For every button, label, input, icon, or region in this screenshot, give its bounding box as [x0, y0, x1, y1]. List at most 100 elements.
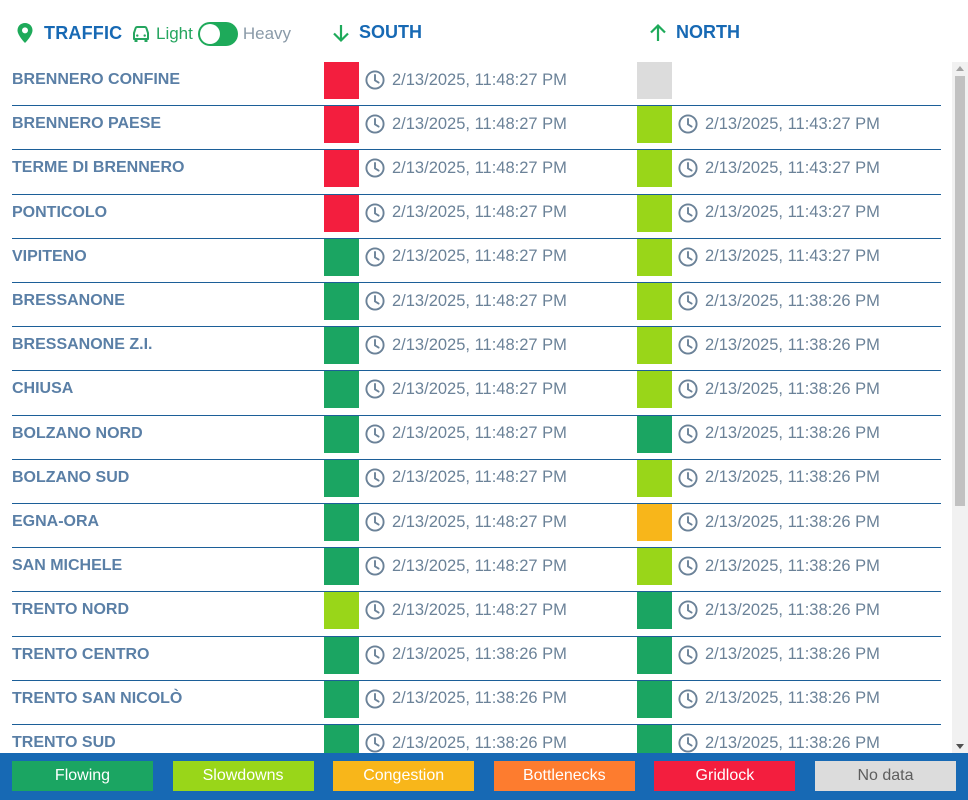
arrow-up-icon [650, 23, 666, 41]
south-status-indicator [324, 504, 359, 541]
north-timestamp: 2/13/2025, 11:38:26 PM [705, 645, 880, 664]
north-timestamp: 2/13/2025, 11:43:27 PM [705, 247, 880, 266]
south-label: SOUTH [359, 22, 422, 42]
station-row[interactable]: TRENTO SAN NICOLÒ 2/13/2025, 11:38:26 PM 2… [12, 680, 941, 725]
clock-icon [364, 334, 386, 356]
north-update-time: 2/13/2025, 11:38:26 PM [677, 423, 880, 445]
station-name: TRENTO NORD [12, 601, 130, 619]
south-status-indicator [324, 680, 359, 718]
north-status-indicator [637, 194, 672, 232]
clock-icon [364, 290, 386, 312]
north-update-time: 2/13/2025, 11:38:26 PM [677, 511, 880, 533]
south-update-time: 2/13/2025, 11:48:27 PM [364, 113, 567, 135]
north-update-time: 2/13/2025, 11:43:27 PM [677, 157, 880, 179]
south-timestamp: 2/13/2025, 11:48:27 PM [392, 335, 567, 354]
station-row[interactable]: TERME DI BRENNERO 2/13/2025, 11:48:27 PM 2… [12, 150, 941, 195]
clock-icon [677, 688, 699, 710]
north-status-indicator [637, 636, 672, 674]
south-column-header: SOUTH [331, 22, 422, 43]
station-row[interactable]: BRENNERO CONFINE 2/13/2025, 11:48:27 PM [12, 62, 941, 107]
south-update-time: 2/13/2025, 11:48:27 PM [364, 69, 567, 91]
station-row[interactable]: BRESSANONE 2/13/2025, 11:48:27 PM 2/13/202… [12, 283, 941, 328]
clock-icon [677, 246, 699, 268]
clock-icon [364, 378, 386, 400]
station-row[interactable]: BRESSANONE Z.I. 2/13/2025, 11:48:27 PM 2/1… [12, 327, 941, 372]
north-update-time: 2/13/2025, 11:38:26 PM [677, 467, 880, 489]
south-update-time: 2/13/2025, 11:48:27 PM [364, 423, 567, 445]
north-status-indicator [637, 592, 672, 630]
station-row[interactable]: CHIUSA 2/13/2025, 11:48:27 PM 2/13/2025, 1… [12, 371, 941, 416]
station-row[interactable]: BOLZANO NORD 2/13/2025, 11:48:27 PM 2/13/2… [12, 415, 941, 460]
station-list[interactable]: BRENNERO CONFINE 2/13/2025, 11:48:27 PM BR… [0, 62, 952, 753]
north-update-time: 2/13/2025, 11:38:26 PM [677, 555, 880, 577]
scroll-up-arrow-icon[interactable] [956, 66, 964, 71]
north-update-time: 2/13/2025, 11:43:27 PM [677, 202, 880, 224]
clock-icon [677, 644, 699, 666]
station-row[interactable]: VIPITENO 2/13/2025, 11:48:27 PM 2/13/2025,… [12, 238, 941, 283]
north-timestamp: 2/13/2025, 11:38:26 PM [705, 733, 880, 752]
north-status-indicator [637, 504, 672, 541]
clock-icon [677, 599, 699, 621]
north-timestamp: 2/13/2025, 11:38:26 PM [705, 512, 880, 531]
south-status-indicator [324, 459, 359, 497]
header-bar: TRAFFIC Light Heavy SOUTH NORTH [0, 0, 968, 62]
toggle-light-label: Light [156, 24, 193, 43]
south-timestamp: 2/13/2025, 11:48:27 PM [392, 600, 567, 619]
clock-icon [364, 157, 386, 179]
clock-icon [677, 202, 699, 224]
station-row[interactable]: EGNA-ORA 2/13/2025, 11:48:27 PM 2/13/2025,… [12, 504, 941, 549]
south-timestamp: 2/13/2025, 11:48:27 PM [392, 203, 567, 222]
south-status-indicator [324, 415, 359, 453]
clock-icon [364, 644, 386, 666]
clock-icon [364, 467, 386, 489]
south-status-indicator [324, 592, 359, 630]
clock-icon [677, 113, 699, 135]
station-name: EGNA-ORA [12, 513, 100, 530]
station-row[interactable]: TRENTO CENTRO 2/13/2025, 11:38:26 PM 2/13/… [12, 636, 941, 681]
south-update-time: 2/13/2025, 11:48:27 PM [364, 378, 567, 400]
north-status-indicator [637, 150, 672, 188]
station-name: TERME DI BRENNERO [12, 159, 185, 177]
south-update-time: 2/13/2025, 11:48:27 PM [364, 202, 567, 224]
south-status-indicator [324, 283, 359, 320]
station-row[interactable]: SAN MICHELE 2/13/2025, 11:48:27 PM 2/13/20… [12, 548, 941, 593]
clock-icon [364, 246, 386, 268]
south-timestamp: 2/13/2025, 11:38:26 PM [392, 689, 567, 708]
south-update-time: 2/13/2025, 11:48:27 PM [364, 555, 567, 577]
scroll-thumb[interactable] [955, 76, 965, 506]
station-name: BOLZANO NORD [12, 424, 143, 442]
north-update-time: 2/13/2025, 11:38:26 PM [677, 644, 880, 666]
scroll-down-arrow-icon[interactable] [956, 744, 964, 749]
north-timestamp: 2/13/2025, 11:38:26 PM [705, 379, 880, 398]
legend-congestion: Congestion [333, 761, 475, 791]
south-status-indicator [324, 548, 359, 586]
north-column-header: NORTH [648, 22, 740, 43]
clock-icon [677, 157, 699, 179]
station-row[interactable]: PONTICOLO 2/13/2025, 11:48:27 PM 2/13/2025… [12, 194, 941, 239]
station-name: BRESSANONE Z.I. [12, 336, 153, 354]
north-status-indicator [637, 459, 672, 497]
north-status-indicator [637, 725, 672, 753]
north-timestamp: 2/13/2025, 11:43:27 PM [705, 114, 880, 133]
legend-flowing: Flowing [12, 761, 153, 791]
scrollbar[interactable] [952, 62, 968, 753]
south-update-time: 2/13/2025, 11:48:27 PM [364, 467, 567, 489]
station-row[interactable]: BOLZANO SUD 2/13/2025, 11:48:27 PM 2/13/20… [12, 459, 941, 504]
light-heavy-switch[interactable] [197, 22, 238, 46]
station-name: CHIUSA [12, 380, 74, 398]
station-row[interactable]: BRENNERO PAESE 2/13/2025, 11:48:27 PM 2/13… [12, 106, 941, 151]
station-row[interactable]: TRENTO NORD 2/13/2025, 11:48:27 PM 2/13/20… [12, 592, 941, 637]
station-name: TRENTO SUD [12, 734, 116, 751]
north-timestamp: 2/13/2025, 11:38:26 PM [705, 468, 880, 487]
clock-icon [364, 688, 386, 710]
south-timestamp: 2/13/2025, 11:38:26 PM [392, 733, 567, 752]
north-update-time: 2/13/2025, 11:38:26 PM [677, 378, 880, 400]
south-timestamp: 2/13/2025, 11:48:27 PM [392, 424, 567, 443]
north-label: NORTH [676, 22, 740, 42]
station-name: BRENNERO CONFINE [12, 71, 181, 88]
clock-icon [364, 69, 386, 91]
station-name: TRENTO SAN NICOLÒ [12, 689, 183, 707]
south-update-time: 2/13/2025, 11:48:27 PM [364, 157, 567, 179]
north-update-time: 2/13/2025, 11:38:26 PM [677, 732, 880, 753]
station-row[interactable]: TRENTO SUD 2/13/2025, 11:38:26 PM 2/13/202… [12, 725, 941, 753]
